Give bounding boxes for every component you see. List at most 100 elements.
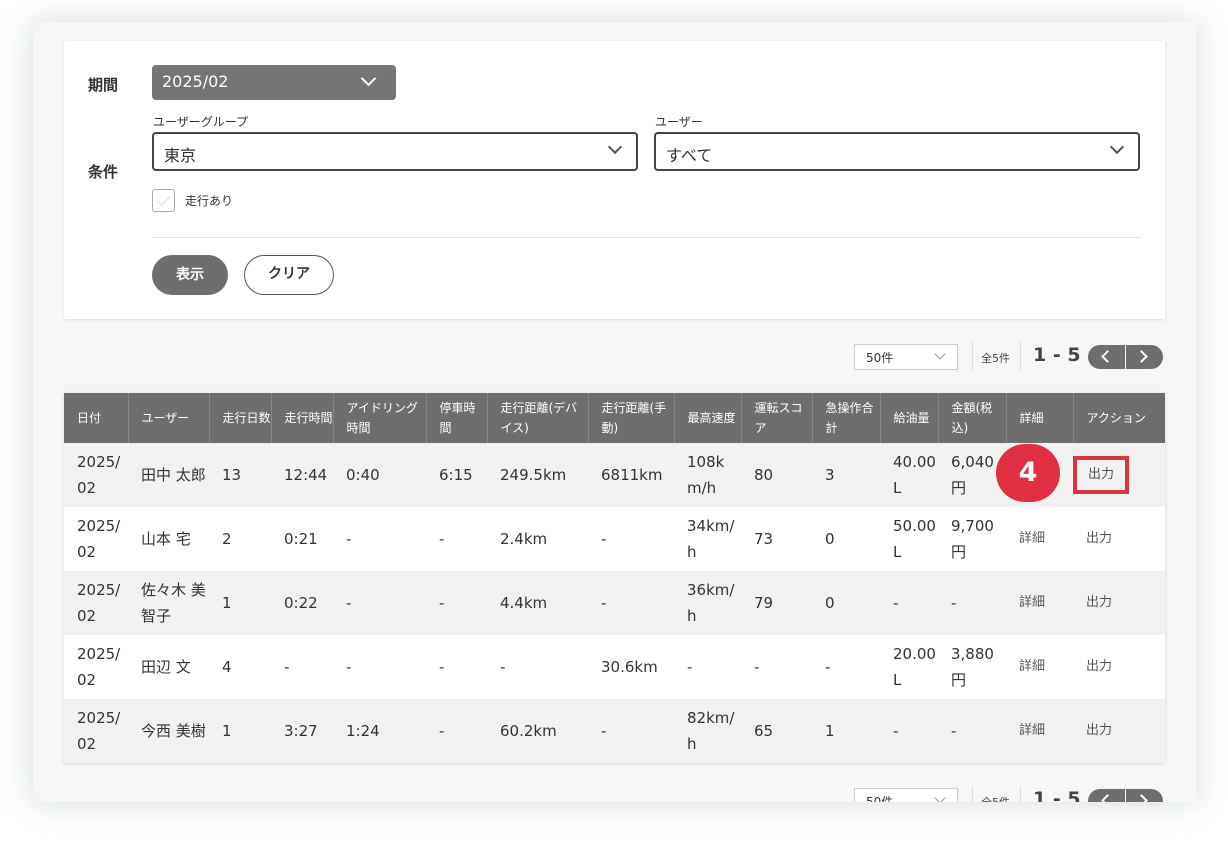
filter-panel: 期間 2025/02 条件 ユーザーグループ 東京 ユーザー すべて 走行あり … xyxy=(64,41,1165,319)
table-cell: 6811km xyxy=(601,466,663,484)
user-value: すべて xyxy=(666,146,713,165)
table-cell: 3:27 xyxy=(284,722,318,740)
table-cell: 2 xyxy=(222,530,232,548)
detail-link[interactable]: 詳細 xyxy=(1006,507,1073,571)
chevron-right-icon xyxy=(1135,794,1148,802)
chevron-down-icon xyxy=(360,70,377,87)
export-link[interactable]: 出力 xyxy=(1086,531,1112,546)
per-page-value: 50件 xyxy=(866,795,894,802)
table-cell: 山本 宅 xyxy=(141,530,191,548)
per-page-select[interactable]: 50件 xyxy=(854,344,958,370)
table-cell: 0 xyxy=(825,594,835,612)
detail-link[interactable]: 詳細 xyxy=(1006,571,1073,635)
table-row: 2025/02 田辺 文 4 - - - - 30.6km - - - 20.00L 3,880円 詳細出… xyxy=(64,635,1165,699)
user-label: ユーザー xyxy=(655,115,703,129)
per-page-select[interactable]: 50件 xyxy=(854,788,958,802)
column-header: アクション xyxy=(1086,411,1146,425)
total-count: 全5件 xyxy=(981,794,1010,802)
export-link[interactable]: 出力 xyxy=(1086,659,1112,674)
table-cell: 0:21 xyxy=(284,530,318,548)
table-cell: 田辺 文 xyxy=(141,658,191,676)
table-cell: 2025/02 xyxy=(77,517,121,561)
prev-page-button[interactable] xyxy=(1088,789,1125,802)
export-link[interactable]: 出力 xyxy=(1073,456,1130,494)
table-cell: 12:44 xyxy=(284,466,328,484)
table-cell: 2.4km xyxy=(500,530,548,548)
table-cell: - xyxy=(500,658,506,676)
column-header: 急操作合計 xyxy=(812,393,881,443)
table-cell: 73 xyxy=(754,530,774,548)
table-cell: 60.2km xyxy=(500,722,557,740)
table-cell: - xyxy=(601,722,607,740)
step-callout-badge: 4 xyxy=(996,444,1060,502)
table-cell: - xyxy=(439,658,445,676)
clear-button[interactable]: クリア xyxy=(244,255,334,295)
prev-page-button[interactable] xyxy=(1088,345,1125,369)
table-cell: - xyxy=(439,530,445,548)
divider xyxy=(152,237,1140,238)
pager-separator xyxy=(1020,342,1021,372)
table-cell: - xyxy=(893,594,899,612)
table-cell: 249.5km xyxy=(500,466,567,484)
table-cell: - xyxy=(346,658,352,676)
show-button[interactable]: 表示 xyxy=(152,255,228,295)
period-value: 2025/02 xyxy=(162,72,229,91)
table-cell: 佐々木 美智子 xyxy=(141,581,206,625)
table-header-row: 日付 ユーザー 走行日数 走行時間 アイドリング時間 停車時間 走行距離(デバイス) 走行距離… xyxy=(64,393,1165,443)
detail-link[interactable]: 詳細 xyxy=(1006,699,1073,763)
table-cell: - xyxy=(284,658,290,676)
export-link[interactable]: 出力 xyxy=(1086,595,1112,610)
condition-label: 条件 xyxy=(88,163,119,181)
table-cell: 4 xyxy=(222,658,232,676)
export-cell: 出力 xyxy=(1073,571,1165,635)
chevron-down-icon xyxy=(934,792,946,802)
report-table: 日付 ユーザー 走行日数 走行時間 アイドリング時間 停車時間 走行距離(デバイス) 走行距離… xyxy=(64,393,1165,763)
next-page-button[interactable] xyxy=(1126,345,1163,369)
export-cell: 出力 xyxy=(1073,699,1165,763)
table-cell: 40.00L xyxy=(893,453,936,497)
detail-link[interactable]: 詳細 xyxy=(1006,635,1073,699)
column-header: アイドリング時間 xyxy=(333,393,427,443)
table-cell: - xyxy=(951,594,957,612)
running-only-checkbox[interactable] xyxy=(152,189,175,212)
table-cell: 4.4km xyxy=(500,594,548,612)
column-header: 走行距離(手動) xyxy=(588,393,675,443)
table-cell: 1:24 xyxy=(346,722,380,740)
table-cell: 今西 美樹 xyxy=(141,722,206,740)
table-cell: 0:40 xyxy=(346,466,380,484)
table-cell: 9,700円 xyxy=(951,517,994,561)
next-page-button[interactable] xyxy=(1126,789,1163,802)
table-cell: 2025/02 xyxy=(77,709,121,753)
column-header: 最高速度 xyxy=(674,393,742,443)
table-cell: 1 xyxy=(222,722,232,740)
table-cell: 2025/02 xyxy=(77,581,121,625)
export-link[interactable]: 出力 xyxy=(1086,723,1112,738)
user-group-value: 東京 xyxy=(164,146,197,165)
column-header: 走行距離(デバイス) xyxy=(487,393,589,443)
column-header: 日付 xyxy=(64,393,129,443)
user-group-select[interactable]: 東京 xyxy=(152,132,638,171)
column-header: 停車時間 xyxy=(426,393,488,443)
chevron-down-icon xyxy=(607,139,623,155)
table-cell: 82km/h xyxy=(687,709,735,753)
pager-separator xyxy=(972,342,973,372)
table-cell: 2025/02 xyxy=(77,645,121,689)
table-cell: 3,880円 xyxy=(951,645,994,689)
table-cell: - xyxy=(601,594,607,612)
table-row: 2025/02 佐々木 美智子 1 0:22 - - 4.4km - 36km/h 79 0 - - 詳細… xyxy=(64,571,1165,635)
table-row: 2025/02 山本 宅 2 0:21 - - 2.4km - 34km/h 73 0 50.00L 9… xyxy=(64,507,1165,571)
period-label: 期間 xyxy=(88,76,119,94)
table-cell: - xyxy=(687,658,693,676)
table-cell: 36km/h xyxy=(687,581,735,625)
page-range: 1 - 5 xyxy=(1033,344,1081,366)
user-group-label: ユーザーグループ xyxy=(153,115,249,129)
table-cell: 3 xyxy=(825,466,835,484)
app-window: 期間 2025/02 条件 ユーザーグループ 東京 ユーザー すべて 走行あり … xyxy=(33,22,1196,802)
user-select[interactable]: すべて xyxy=(654,132,1140,171)
table-cell: 50.00L xyxy=(893,517,936,561)
period-select[interactable]: 2025/02 xyxy=(152,65,396,100)
pager-separator xyxy=(1020,786,1021,802)
table-cell: - xyxy=(754,658,760,676)
table-cell: 65 xyxy=(754,722,774,740)
chevron-right-icon xyxy=(1135,350,1148,363)
